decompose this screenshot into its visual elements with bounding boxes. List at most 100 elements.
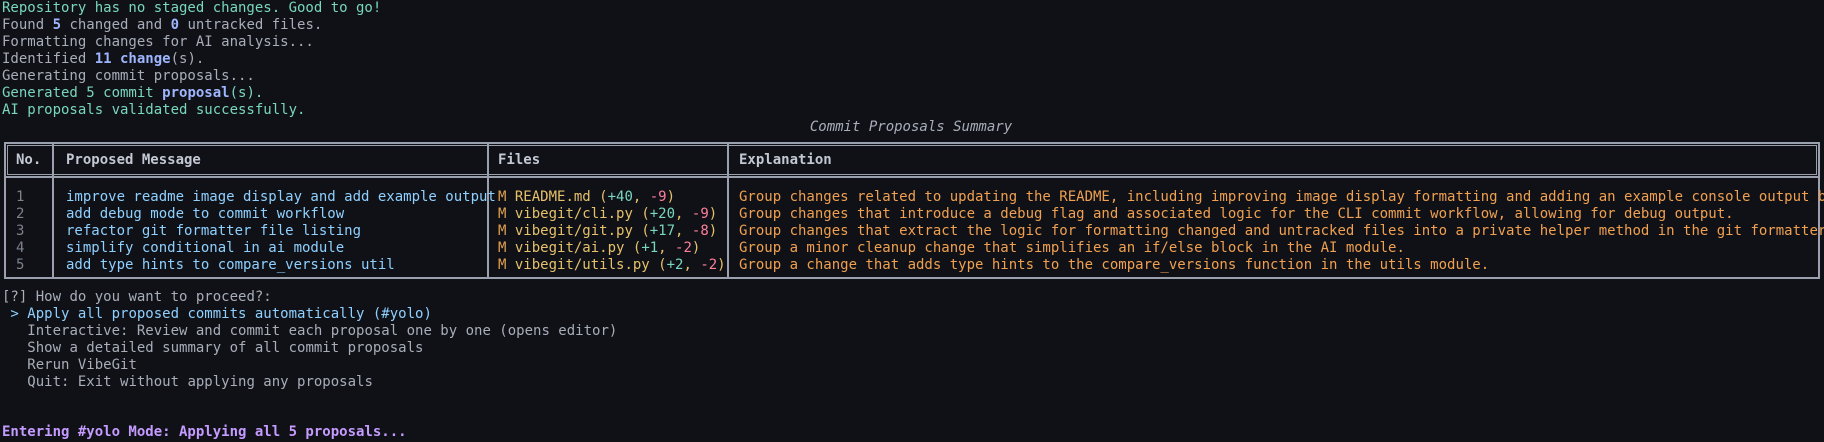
punctuation: ) [691,240,701,256]
punctuation: ) [717,257,726,273]
row-number: 2 [16,206,25,222]
log-text: untracked files. [179,17,323,33]
file-name: vibegit/ai.py [514,240,625,256]
lines-added: +20 [649,206,676,222]
punctuation: ) [708,223,718,239]
punctuation: , [675,206,692,222]
log-text: change [111,51,171,67]
question-mark: [?] [2,289,28,305]
change-count: 11 [94,51,112,67]
file-entry: M vibegit/git.py (+17, -8) [498,223,717,240]
row-number: 5 [16,257,25,273]
row-number: 4 [16,240,25,256]
yolo-mode-message: Entering #yolo Mode: Applying all 5 prop… [2,424,407,440]
punctuation: ( [632,223,650,239]
punctuation: ( [624,240,642,256]
proposed-message: add debug mode to commit workflow [66,206,345,222]
column-divider [52,144,54,277]
punctuation: ( [632,206,650,222]
lines-added: +40 [607,189,633,205]
file-name: vibegit/utils.py [514,257,650,273]
option-indent [2,340,27,356]
row-number: 1 [16,189,25,205]
punctuation [506,189,514,205]
file-name: README.md [514,189,591,205]
log-line-formatting: Formatting changes for AI analysis... [2,34,1820,51]
lines-added: +17 [649,223,676,239]
log-text: Formatting changes for AI analysis... [2,34,314,50]
table-header-frame [7,145,1817,175]
footer-status: Entering #yolo Mode: Applying all 5 prop… [2,424,1820,441]
punctuation: , [675,223,692,239]
log-line-validated: AI proposals validated successfully. [2,102,1820,119]
punctuation [506,223,514,239]
header-message: Proposed Message [66,152,201,168]
proposed-message: simplify conditional in ai module [66,240,345,256]
question-text: How do you want to proceed?: [27,289,272,305]
table-caption: Commit Proposals Summary [809,119,1013,135]
lines-added: +2 [666,257,684,273]
log-line-no-staged: Repository has no staged changes. Good t… [2,0,1820,17]
lines-removed: -2 [700,257,718,273]
changed-count: 5 [52,17,62,33]
selection-pointer: > [2,306,28,322]
explanation: Group changes that extract the logic for… [739,223,1824,239]
explanation: Group a minor cleanup change that simpli… [739,240,1405,256]
log-text: changed and [61,17,171,33]
punctuation: , [658,240,676,256]
explanation: Group a change that adds type hints to t… [739,257,1490,273]
file-name: vibegit/cli.py [514,206,633,222]
punctuation: ) [666,189,676,205]
prompt-question: [?] How do you want to proceed?: [2,289,1820,306]
explanation: Group changes related to updating the RE… [739,189,1824,205]
header-files: Files [498,152,541,168]
menu-option-interactive[interactable]: Interactive: Review and commit each prop… [2,323,1820,340]
row-number: 3 [16,223,25,239]
log-text: Identified [2,51,95,67]
log-line-generated: Generated 5 commit proposal(s). [2,85,1820,102]
punctuation: ) [708,206,718,222]
option-label: Interactive: Review and commit each prop… [27,323,618,339]
explanation: Group changes that introduce a debug fla… [739,206,1734,222]
log-line-generating: Generating commit proposals... [2,68,1820,85]
log-text: AI proposals validated successfully. [2,102,306,118]
proposed-message: refactor git formatter file listing [66,223,362,239]
punctuation: , [683,257,701,273]
header-explanation: Explanation [739,152,832,168]
menu-option-quit[interactable]: Quit: Exit without applying any proposal… [2,374,1820,391]
punctuation [506,240,514,256]
log-text: Generating commit proposals... [2,68,255,84]
column-divider [487,144,489,277]
menu-option-summary[interactable]: Show a detailed summary of all commit pr… [2,340,1820,357]
log-text: Generated 5 commit [2,85,163,101]
file-entry: M README.md (+40, -9) [498,189,675,206]
menu-option-rerun[interactable]: Rerun VibeGit [2,357,1820,374]
menu-option-yolo[interactable]: > Apply all proposed commits automatical… [2,306,1820,323]
commit-proposals-table: No. Proposed Message Files Explanation 1… [4,142,1824,279]
punctuation: , [632,189,650,205]
lines-removed: -9 [649,189,667,205]
option-label: Rerun VibeGit [27,357,137,373]
log-line-identified: Identified 11 change(s). [2,51,1820,68]
proposed-message: improve readme image display and add exa… [66,189,496,205]
header-no: No. [16,152,42,168]
log-text: Repository has no staged changes. Good t… [2,0,382,16]
terminal-output: Repository has no staged changes. Good t… [2,0,1820,136]
option-indent [2,357,27,373]
log-text: Found [2,17,53,33]
option-label: Show a detailed summary of all commit pr… [27,340,424,356]
column-divider [727,144,729,277]
lines-removed: -2 [675,240,692,256]
lines-removed: -9 [691,206,709,222]
proposed-message: add type hints to compare_versions util [66,257,395,273]
option-label: Apply all proposed commits automatically… [27,306,432,322]
lines-removed: -8 [691,223,709,239]
prompt-area: [?] How do you want to proceed?: > Apply… [2,289,1820,391]
log-line-found: Found 5 changed and 0 untracked files. [2,17,1820,34]
file-entry: M vibegit/ai.py (+1, -2) [498,240,700,257]
table-header [6,144,1818,178]
punctuation [506,206,514,222]
option-label: Quit: Exit without applying any proposal… [27,374,373,390]
untracked-count: 0 [170,17,180,33]
punctuation: ( [649,257,667,273]
